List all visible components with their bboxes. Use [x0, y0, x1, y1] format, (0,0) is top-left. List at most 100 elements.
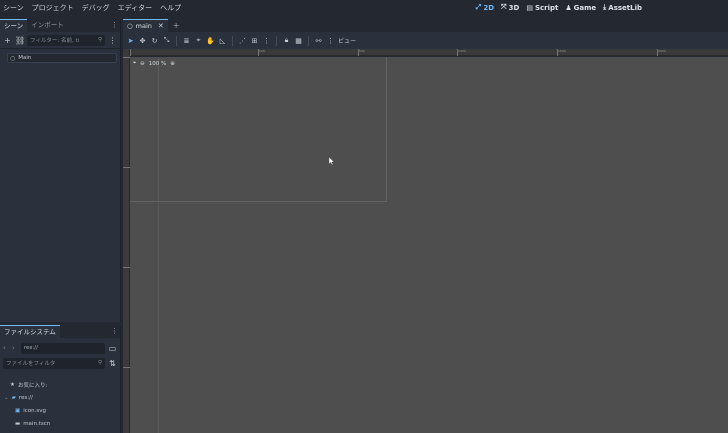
- tab-scene[interactable]: シーン: [0, 19, 28, 32]
- add-node-icon[interactable]: +: [3, 36, 12, 45]
- filesystem-filter-input[interactable]: ファイルをフィルタ ⚲: [3, 357, 105, 369]
- zoom-controls: ⌖ ⊖ 100 % ⊕: [133, 60, 175, 67]
- move-mode-icon[interactable]: ✥: [138, 37, 147, 45]
- scene-tab-bar: ○ main ✕ +: [123, 19, 728, 32]
- search-icon: ⚲: [97, 37, 102, 43]
- viewport-bounds-rect: [130, 57, 387, 202]
- scene-tab-main[interactable]: ○ main ✕: [123, 19, 168, 32]
- assetlib-icon: ⤓: [603, 3, 607, 11]
- pan-mode-icon[interactable]: ✋: [206, 37, 215, 45]
- ruler-vertical: [123, 49, 130, 433]
- ruler-label: 2000: [658, 49, 666, 53]
- file-item-main-tscn[interactable]: ▬ main.tscn: [0, 417, 120, 430]
- 2d-viewport[interactable]: ⌖ ⊖ 100 % ⊕: [130, 57, 728, 433]
- menu-debug[interactable]: デバッグ: [79, 3, 115, 13]
- bone-options-icon[interactable]: ⋮: [326, 37, 335, 45]
- filesystem-dock-tabs: ファイルシステム ⋮: [0, 325, 120, 338]
- scene-options-icon[interactable]: ⋮: [108, 36, 117, 45]
- image-file-icon: ▣: [15, 407, 21, 414]
- scene-filter-placeholder: フィルター: 名前, ti: [30, 38, 80, 44]
- bone-icon[interactable]: ⚯: [314, 37, 323, 45]
- ruler-tick: [123, 167, 130, 168]
- favorites-item[interactable]: ★ お気に入り:: [0, 378, 120, 391]
- back-icon[interactable]: ‹: [3, 344, 9, 352]
- file-label: main.tscn: [23, 420, 51, 427]
- menu-project[interactable]: プロジェクト: [29, 3, 79, 13]
- toolbar-divider: [308, 35, 309, 46]
- tab-import[interactable]: インポート: [27, 19, 68, 32]
- workspace-2d-button[interactable]: ⤢ 2D: [476, 3, 494, 12]
- filesystem-filter-placeholder: ファイルをフィルタ: [6, 361, 56, 367]
- workspace-script-label: Script: [534, 3, 559, 12]
- toolbar-divider: [176, 35, 177, 46]
- list-select-icon[interactable]: ≣: [182, 37, 191, 45]
- menu-scene[interactable]: シーン: [0, 3, 29, 13]
- ruler-label: 1000: [458, 49, 466, 53]
- path-input[interactable]: res://: [21, 342, 105, 354]
- workspace-2d-label: 2D: [483, 3, 495, 12]
- file-item-icon-svg[interactable]: ▣ icon.svg: [0, 404, 120, 417]
- ruler-label: 1500: [558, 49, 566, 53]
- pivot-icon[interactable]: ⌖: [194, 36, 203, 45]
- file-label: icon.svg: [23, 407, 46, 414]
- add-tab-icon[interactable]: +: [173, 21, 180, 30]
- folder-label: res://: [18, 394, 33, 401]
- chevron-down-icon: ⌄: [4, 394, 9, 401]
- script-icon: ▤: [526, 3, 533, 12]
- link-icon[interactable]: ⛓: [15, 36, 25, 45]
- snap-options-icon[interactable]: ⋮: [262, 37, 271, 45]
- filesystem-filter-row: ファイルをフィルタ ⚲ ⇅: [0, 356, 120, 370]
- workspace-script-button[interactable]: ▤ Script: [526, 4, 558, 12]
- scene-dock: シーン インポート ⋮ + ⛓ フィルター: 名前, ti ⚲ ⋮ ○ Main: [0, 19, 121, 322]
- origin-axis-line: [158, 57, 159, 433]
- center-view-icon[interactable]: ⌖: [133, 60, 136, 67]
- smart-snap-icon[interactable]: ⋰: [238, 37, 247, 45]
- grid-snap-icon[interactable]: ⊞: [250, 37, 259, 45]
- zoom-out-icon[interactable]: ⊖: [140, 61, 145, 67]
- workspace-game-button[interactable]: ♟ Game: [565, 4, 596, 12]
- scale-mode-icon[interactable]: ⤡: [162, 36, 171, 45]
- view-menu-button[interactable]: ビュー: [338, 36, 356, 45]
- split-view-icon[interactable]: ▭: [108, 344, 117, 353]
- workspace-assetlib-button[interactable]: ⤓ AssetLib: [603, 3, 642, 12]
- ruler-tick: [123, 267, 130, 268]
- scene-filter-input[interactable]: フィルター: 名前, ti ⚲: [27, 34, 105, 46]
- select-mode-icon[interactable]: ➤: [126, 37, 135, 45]
- menu-editor[interactable]: エディター: [115, 3, 158, 13]
- group-icon[interactable]: ▦: [294, 37, 303, 45]
- zoom-level[interactable]: 100 %: [149, 61, 166, 67]
- star-icon: ★: [10, 381, 15, 388]
- scene-node-icon: ○: [127, 22, 133, 30]
- workspace-3d-label: 3D: [508, 3, 520, 12]
- workspace-3d-button[interactable]: ⤧ 3D: [501, 3, 519, 12]
- scene-tree-root-node[interactable]: ○ Main: [7, 53, 117, 63]
- filesystem-tree: ★ お気に入り: ⌄ ▰ res:// ▣ icon.svg ▬ main.ts…: [0, 378, 120, 430]
- scene-dock-menu-icon[interactable]: ⋮: [111, 19, 118, 32]
- lock-icon[interactable]: 🔒︎: [282, 36, 291, 45]
- menu-help[interactable]: ヘルプ: [157, 3, 186, 13]
- forward-icon[interactable]: ›: [12, 344, 18, 352]
- node-icon: ○: [10, 54, 16, 62]
- root-node-label: Main: [18, 55, 32, 61]
- scene-toolbar: + ⛓ フィルター: 名前, ti ⚲ ⋮: [0, 32, 120, 49]
- filesystem-dock: ファイルシステム ⋮ ‹ › res:// ▭ ファイルをフィルタ ⚲ ⇅ ★ …: [0, 325, 121, 433]
- workspace-assetlib-label: AssetLib: [608, 3, 642, 12]
- rotate-mode-icon[interactable]: ↻: [150, 37, 159, 45]
- zoom-in-icon[interactable]: ⊕: [170, 61, 175, 67]
- folder-item-res[interactable]: ⌄ ▰ res://: [0, 391, 120, 404]
- toolbar-divider: [232, 35, 233, 46]
- tab-filesystem[interactable]: ファイルシステム: [0, 325, 60, 338]
- filesystem-dock-menu-icon[interactable]: ⋮: [111, 325, 118, 338]
- ruler-mode-icon[interactable]: ◺: [218, 37, 227, 45]
- game-icon: ♟: [565, 3, 572, 12]
- ruler-label: 500: [359, 49, 365, 53]
- canvas-toolbar: ➤ ✥ ↻ ⤡ ≣ ⌖ ✋ ◺ ⋰ ⊞ ⋮ 🔒︎ ▦ ⚯ ⋮ ビュー: [123, 32, 728, 49]
- sort-icon[interactable]: ⇅: [108, 359, 117, 368]
- close-icon[interactable]: ✕: [158, 22, 164, 30]
- ruler-label: 100: [259, 49, 265, 53]
- scene-tab-label: main: [135, 22, 152, 30]
- scene-dock-tabs: シーン インポート ⋮: [0, 19, 120, 32]
- 3d-icon: ⤧: [501, 3, 507, 11]
- folder-icon: ▰: [11, 394, 16, 401]
- search-icon: ⚲: [97, 360, 102, 366]
